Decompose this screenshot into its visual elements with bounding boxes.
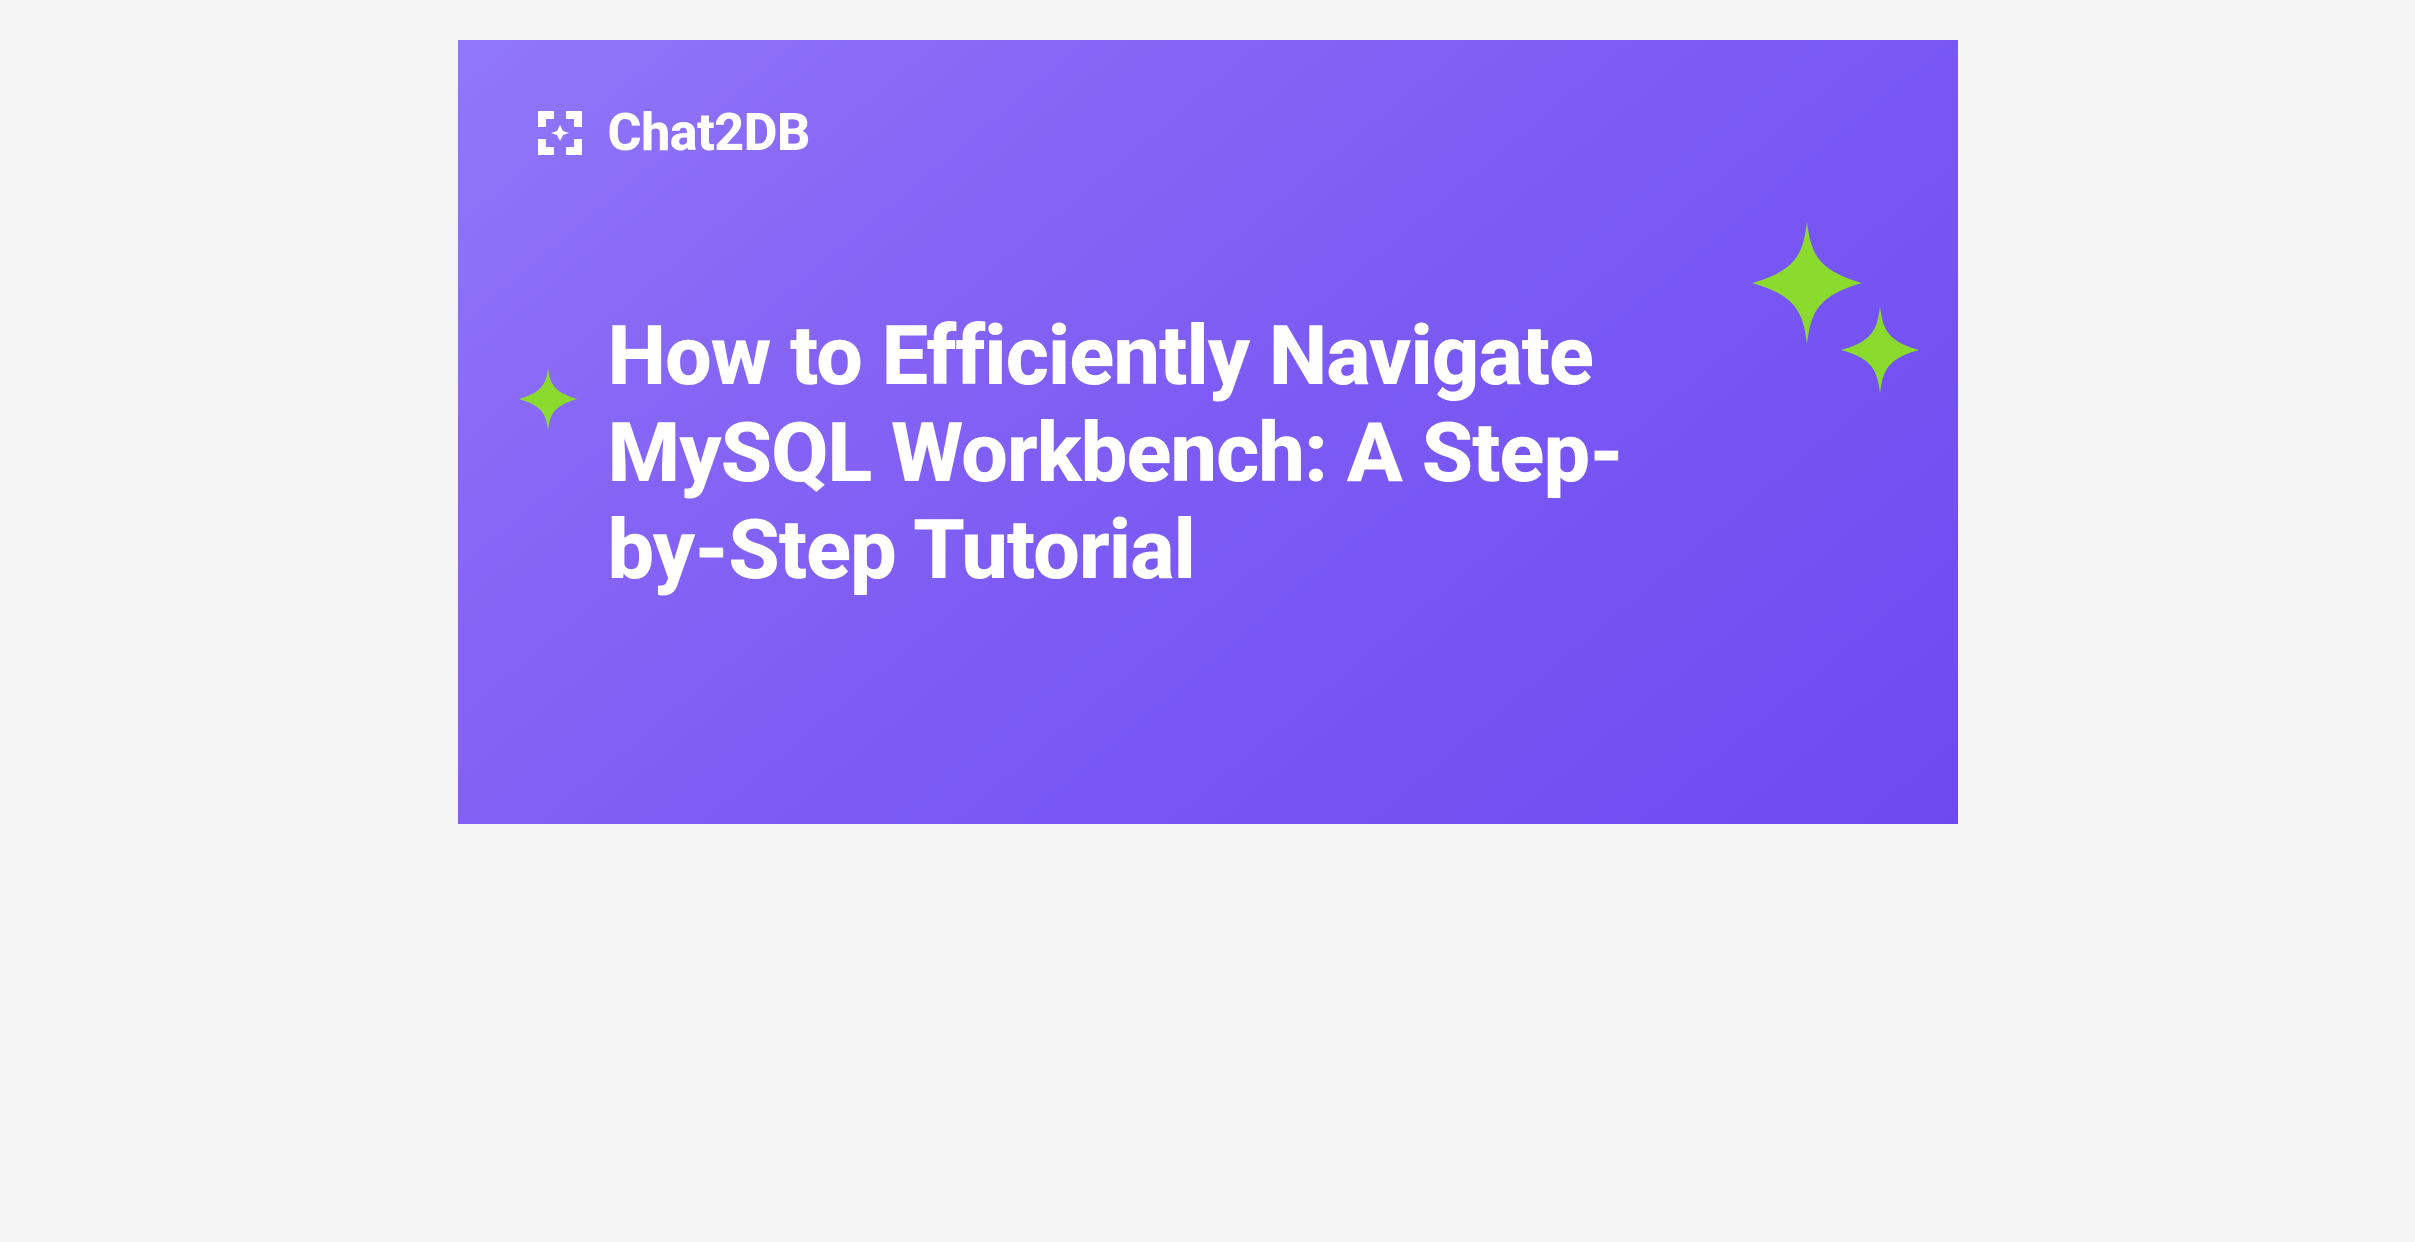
chat2db-logo-icon (530, 103, 590, 163)
sparkle-icon (519, 368, 577, 434)
sparkle-icon (1841, 307, 1919, 397)
page-title: How to Efficiently Navigate MySQL Workbe… (608, 308, 1718, 599)
brand-logo: Chat2DB (530, 102, 810, 163)
brand-name: Chat2DB (608, 102, 810, 163)
hero-card: Chat2DB How to Efficiently Navigate MySQ… (458, 40, 1958, 824)
